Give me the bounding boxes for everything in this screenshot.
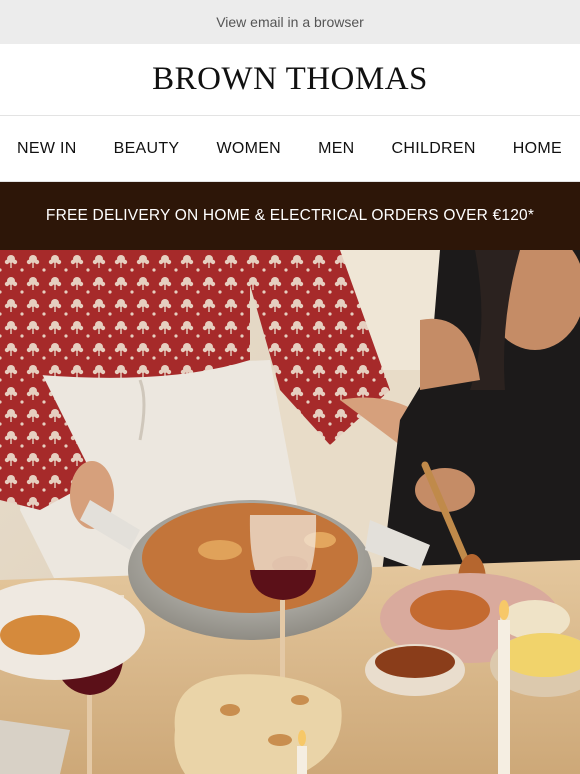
brand-header: BROWN THOMAS	[0, 44, 580, 116]
nav-item-new-in[interactable]: NEW IN	[17, 140, 77, 158]
hero-floral-shirt	[0, 250, 250, 378]
promo-text: FREE DELIVERY ON HOME & ELECTRICAL ORDER…	[45, 207, 535, 224]
nav-item-men[interactable]: MEN	[318, 140, 354, 158]
nav-item-children[interactable]: CHILDREN	[392, 140, 476, 158]
promo-banner[interactable]: FREE DELIVERY ON HOME & ELECTRICAL ORDER…	[0, 182, 580, 250]
nav-item-women[interactable]: WOMEN	[216, 140, 281, 158]
hero-candle-right	[498, 620, 510, 774]
brand-logo[interactable]: BROWN THOMAS	[152, 61, 428, 98]
view-in-browser-link[interactable]: View email in a browser	[216, 14, 364, 30]
nav-item-home[interactable]: HOME	[513, 140, 562, 158]
hero-image[interactable]	[0, 250, 580, 774]
hero-illustration	[0, 250, 580, 774]
nav-item-beauty[interactable]: BEAUTY	[114, 140, 180, 158]
main-navigation: NEW IN BEAUTY WOMEN MEN CHILDREN HOME	[0, 116, 580, 182]
hero-naan-bread	[174, 674, 342, 774]
hero-candle-center	[297, 746, 307, 774]
preheader-bar: View email in a browser	[0, 0, 580, 44]
